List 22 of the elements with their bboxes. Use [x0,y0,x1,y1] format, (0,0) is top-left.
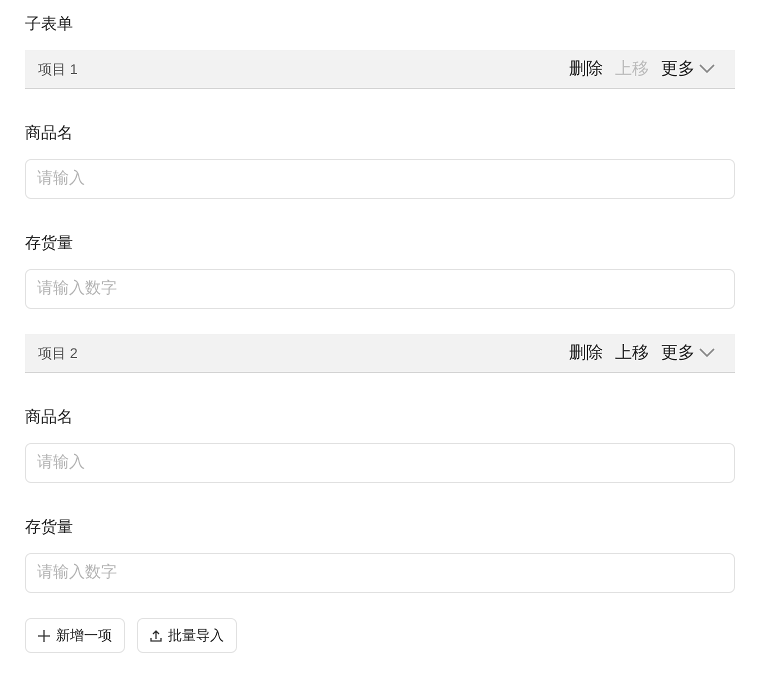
chevron-down-icon [699,64,715,74]
input-field[interactable]: 请输入 [25,159,735,199]
action-link[interactable]: 上移 [615,340,649,366]
item-title: 项目 2 [38,344,78,362]
import-button[interactable]: 批量导入 [137,618,237,653]
input-field[interactable]: 请输入数字 [25,553,735,593]
more-dropdown[interactable]: 更多 [661,56,715,82]
section-title: 子表单 [25,14,73,35]
input-field[interactable]: 请输入 [25,443,735,483]
input-field[interactable]: 请输入数字 [25,269,735,309]
field-label: 存货量 [25,518,73,538]
item-title: 项目 1 [38,60,78,78]
field-label: 商品名 [25,408,73,428]
action-link[interactable]: 删除 [569,56,603,82]
plus-icon [38,630,50,642]
field-label: 商品名 [25,124,73,144]
action-link[interactable]: 删除 [569,340,603,366]
add-item-button[interactable]: 新增一项 [25,618,125,653]
upload-icon [150,630,162,642]
field-label: 存货量 [25,234,73,254]
more-dropdown[interactable]: 更多 [661,340,715,366]
chevron-down-icon [699,348,715,358]
